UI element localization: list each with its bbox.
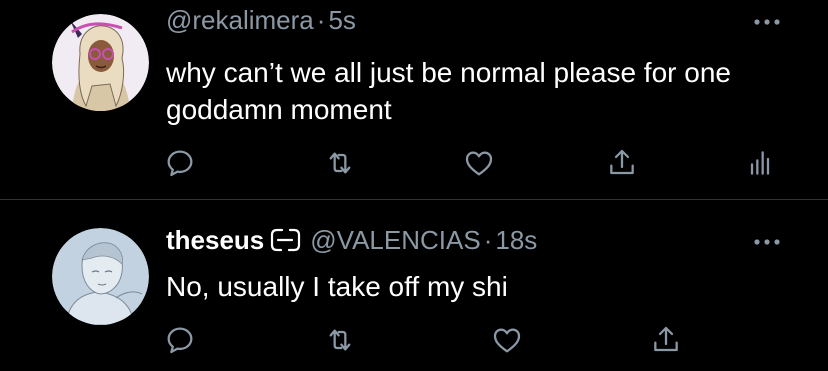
separator-dot: · (483, 225, 493, 255)
like-icon (493, 328, 521, 353)
more-button[interactable] (752, 234, 782, 245)
timestamp[interactable]: 18s (495, 225, 537, 255)
retweet-button[interactable] (324, 324, 356, 356)
retweet-icon (329, 329, 351, 351)
ellipsis-icon (754, 239, 780, 245)
tweet[interactable]: @rekalimera · 5s why can’t we all just be … (0, 0, 828, 199)
share-button[interactable] (606, 147, 638, 179)
user-handle[interactable]: @VALENCIAS (310, 225, 480, 255)
avatar[interactable] (52, 228, 149, 325)
tweet-text: No, usually I take off my shi (166, 271, 508, 302)
timestamp[interactable]: 5s (328, 5, 355, 35)
share-icon (610, 149, 634, 175)
reply-icon (167, 327, 193, 354)
retweet-button[interactable] (324, 147, 356, 179)
avatar-sketch-icon (52, 228, 149, 325)
like-button[interactable] (491, 324, 523, 356)
reply-button[interactable] (164, 147, 196, 179)
reply-icon (167, 150, 193, 177)
tweet-text: why can’t we all just be normal please f… (166, 57, 731, 125)
share-button[interactable] (650, 324, 682, 356)
like-icon (465, 151, 493, 176)
analytics-icon (750, 151, 770, 175)
separator-dot: · (316, 5, 326, 35)
share-icon (654, 326, 678, 352)
reply-button[interactable] (164, 324, 196, 356)
tweet-header: theseus @VALENCIAS · 18s (166, 224, 537, 256)
avatar-illustration-icon (52, 14, 149, 111)
ellipsis-icon (754, 19, 780, 25)
tweet-header: @rekalimera · 5s (166, 4, 356, 36)
display-name[interactable]: theseus (166, 225, 264, 255)
tweet[interactable]: theseus @VALENCIAS · 18s No, usually I tak… (0, 200, 828, 371)
analytics-button[interactable] (744, 147, 776, 179)
retweet-icon (329, 152, 351, 174)
more-button[interactable] (752, 14, 782, 25)
link-emoji-icon (271, 228, 301, 252)
like-button[interactable] (463, 147, 495, 179)
avatar[interactable] (52, 14, 149, 111)
user-handle[interactable]: @rekalimera (166, 5, 314, 35)
